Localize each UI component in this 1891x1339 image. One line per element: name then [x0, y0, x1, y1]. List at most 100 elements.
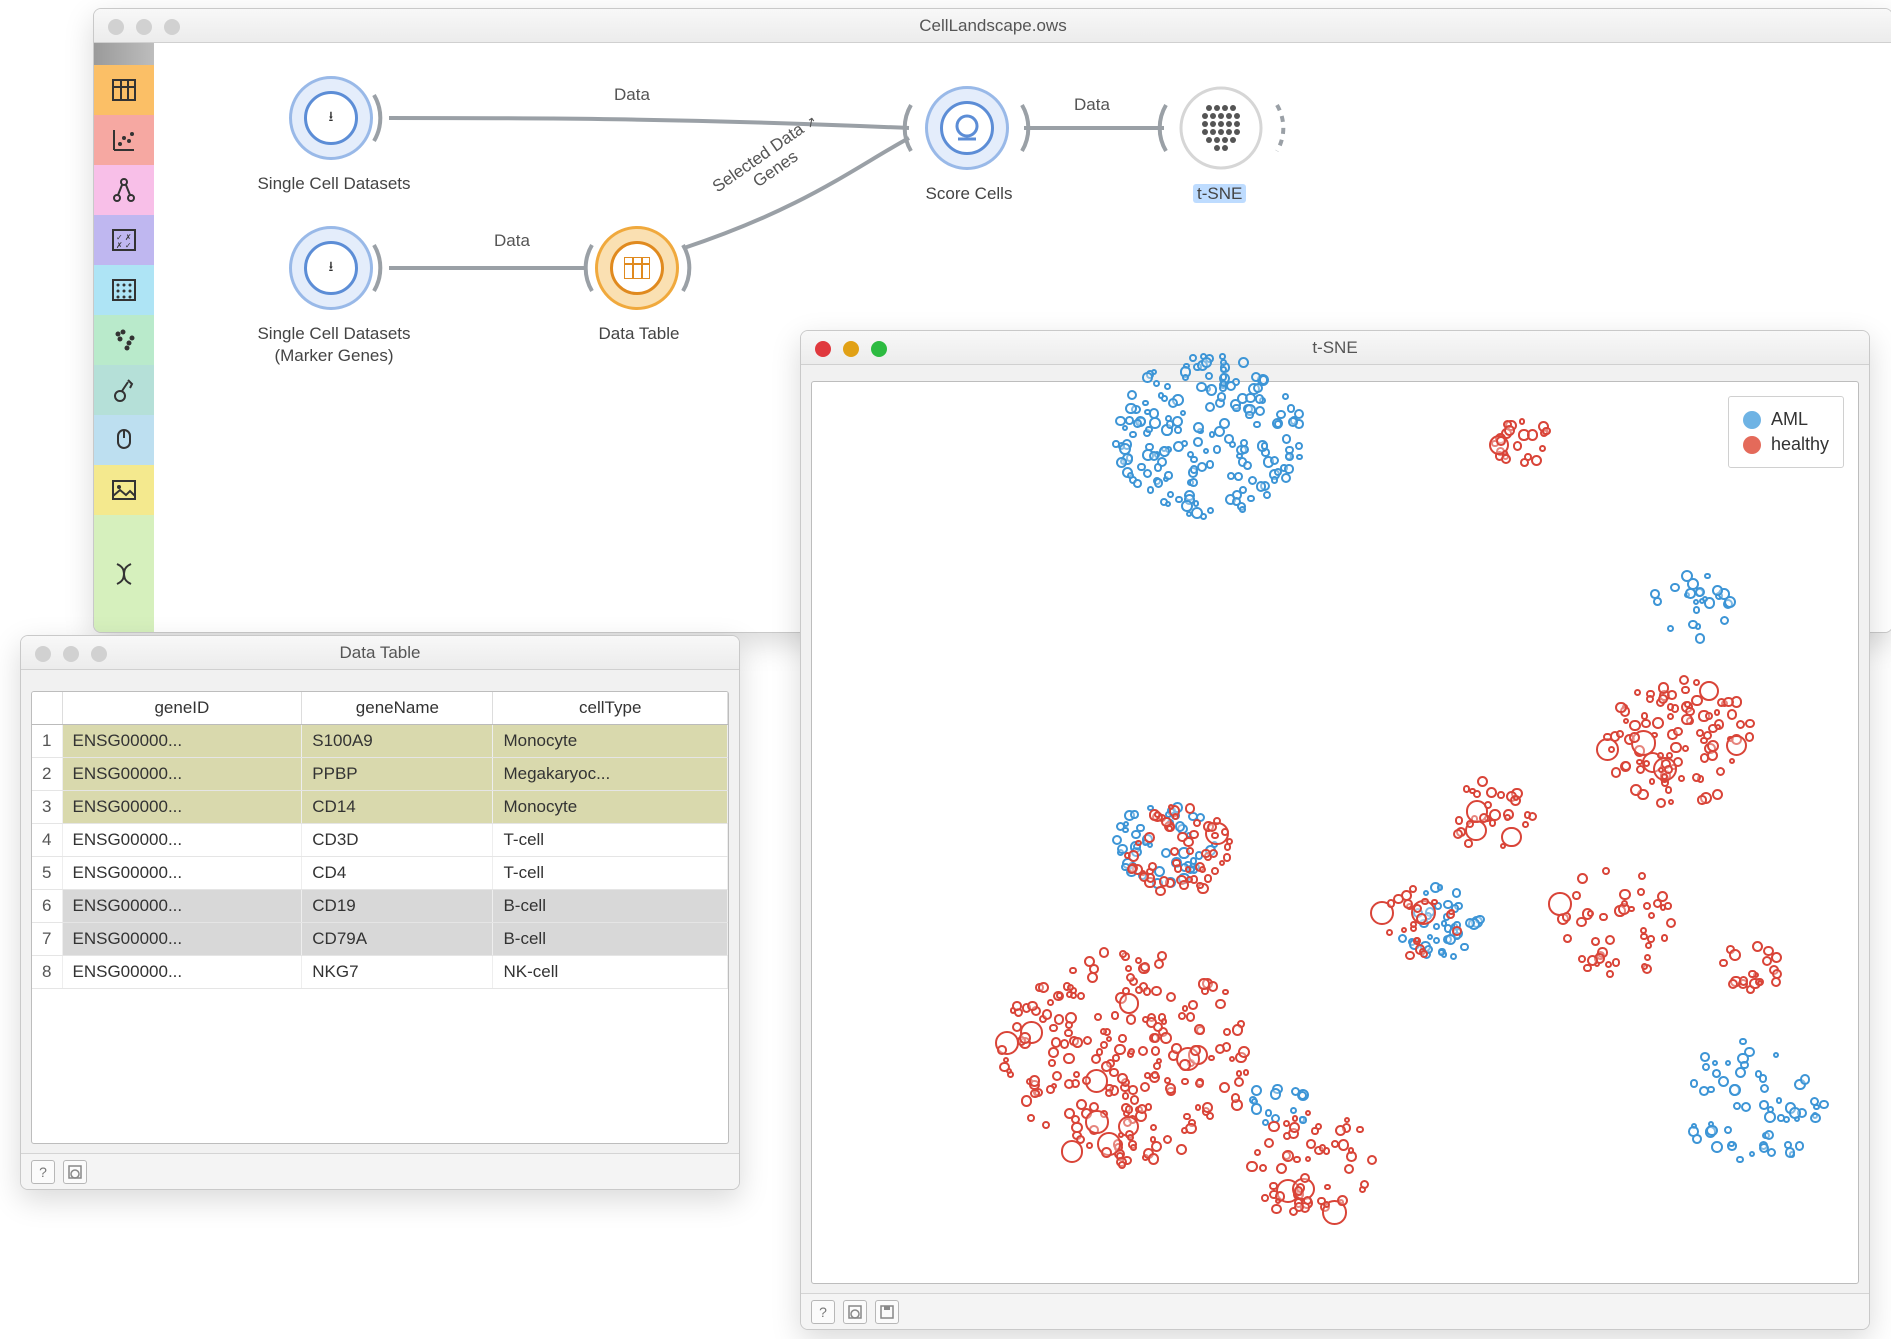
point-aml[interactable]: [1688, 620, 1698, 630]
point-healthy[interactable]: [1231, 1093, 1241, 1103]
point-healthy[interactable]: [1042, 1009, 1052, 1019]
point-healthy[interactable]: [1319, 1144, 1326, 1151]
point-healthy[interactable]: [1289, 1122, 1300, 1133]
point-aml[interactable]: [1729, 1084, 1741, 1096]
point-healthy[interactable]: [1615, 702, 1627, 714]
point-aml[interactable]: [1736, 1156, 1744, 1164]
point-healthy[interactable]: [1539, 445, 1546, 452]
table-row[interactable]: 8ENSG00000...NKG7NK-cell: [32, 956, 728, 989]
point-aml[interactable]: [1296, 454, 1302, 460]
point-healthy[interactable]: [1163, 1135, 1172, 1144]
point-aml[interactable]: [1167, 491, 1174, 498]
point-healthy[interactable]: [1060, 1039, 1069, 1048]
col-cellType[interactable]: cellType: [493, 692, 728, 725]
palette-mouse-button[interactable]: [94, 415, 154, 465]
point-aml[interactable]: [1201, 357, 1212, 368]
traffic-zoom-icon[interactable]: [871, 341, 887, 357]
point-healthy[interactable]: [1215, 1044, 1225, 1054]
palette-image-button[interactable]: [94, 465, 154, 515]
point-aml[interactable]: [1217, 392, 1227, 402]
point-aml[interactable]: [1437, 884, 1444, 891]
point-healthy[interactable]: [1077, 992, 1085, 1000]
point-healthy[interactable]: [1501, 454, 1511, 464]
point-aml[interactable]: [1190, 456, 1198, 464]
point-healthy[interactable]: [1305, 1156, 1311, 1162]
point-healthy[interactable]: [1234, 1077, 1245, 1088]
point-healthy[interactable]: [1644, 954, 1652, 962]
point-healthy[interactable]: [1524, 811, 1532, 819]
point-healthy[interactable]: [1135, 840, 1142, 847]
point-aml[interactable]: [1255, 394, 1264, 403]
point-aml[interactable]: [1777, 1114, 1785, 1122]
point-healthy[interactable]: [1386, 929, 1393, 936]
point-healthy[interactable]: [1268, 1121, 1279, 1132]
point-healthy[interactable]: [1264, 1138, 1275, 1149]
point-aml[interactable]: [1460, 943, 1469, 952]
traffic-zoom-icon[interactable]: [91, 646, 107, 662]
point-healthy[interactable]: [1405, 951, 1414, 960]
point-healthy[interactable]: [1531, 455, 1542, 466]
point-healthy[interactable]: [1636, 765, 1645, 774]
point-healthy[interactable]: [1106, 1036, 1112, 1042]
point-aml[interactable]: [1693, 606, 1700, 613]
point-healthy[interactable]: [1183, 1113, 1191, 1121]
point-healthy[interactable]: [1306, 1139, 1316, 1149]
point-healthy[interactable]: [1226, 838, 1233, 845]
point-aml[interactable]: [1712, 585, 1723, 596]
point-healthy[interactable]: [1047, 999, 1054, 1006]
point-healthy[interactable]: [1118, 1161, 1126, 1169]
point-healthy[interactable]: [1572, 891, 1581, 900]
point-healthy[interactable]: [1283, 1132, 1291, 1140]
point-aml[interactable]: [1728, 1141, 1735, 1148]
point-healthy[interactable]: [1150, 1124, 1157, 1131]
point-aml[interactable]: [1288, 417, 1298, 427]
point-healthy[interactable]: [1723, 697, 1733, 707]
table-row[interactable]: 3ENSG00000...CD14Monocyte: [32, 791, 728, 824]
point-healthy[interactable]: [1719, 959, 1728, 968]
point-aml[interactable]: [1154, 463, 1163, 472]
point-aml[interactable]: [1207, 507, 1214, 514]
point-healthy[interactable]: [1648, 912, 1655, 919]
point-aml[interactable]: [1142, 400, 1149, 407]
point-healthy[interactable]: [1736, 720, 1745, 729]
point-aml[interactable]: [1220, 359, 1227, 366]
point-aml[interactable]: [1692, 1134, 1702, 1144]
point-aml[interactable]: [1724, 1126, 1732, 1134]
point-aml[interactable]: [1285, 446, 1293, 454]
point-healthy[interactable]: [1602, 867, 1610, 875]
point-healthy[interactable]: [1254, 1149, 1261, 1156]
traffic-zoom-icon[interactable]: [164, 19, 180, 35]
point-healthy[interactable]: [1198, 978, 1209, 989]
point-healthy[interactable]: [1486, 787, 1497, 798]
point-aml[interactable]: [1725, 1060, 1731, 1066]
point-aml[interactable]: [1650, 589, 1660, 599]
point-healthy[interactable]: [1223, 1028, 1231, 1036]
point-aml[interactable]: [1205, 402, 1215, 412]
point-aml[interactable]: [1173, 441, 1184, 452]
point-healthy[interactable]: [1229, 1056, 1235, 1062]
point-aml[interactable]: [1193, 500, 1199, 506]
tsne-plot[interactable]: AML healthy: [811, 381, 1859, 1284]
point-aml[interactable]: [1702, 1063, 1710, 1071]
point-healthy[interactable]: [1431, 899, 1438, 906]
point-aml[interactable]: [1206, 384, 1218, 396]
point-healthy[interactable]: [1652, 717, 1664, 729]
point-healthy[interactable]: [1772, 969, 1782, 979]
point-healthy[interactable]: [1193, 819, 1201, 827]
point-aml[interactable]: [1125, 403, 1137, 415]
point-healthy[interactable]: [1665, 786, 1672, 793]
point-aml[interactable]: [1166, 420, 1175, 429]
point-aml[interactable]: [1785, 1147, 1795, 1157]
point-healthy[interactable]: [1637, 888, 1645, 896]
point-healthy[interactable]: [1414, 937, 1420, 943]
point-healthy[interactable]: [1151, 1033, 1161, 1043]
point-healthy[interactable]: [1681, 686, 1690, 695]
point-healthy[interactable]: [1693, 679, 1700, 686]
point-aml[interactable]: [1764, 1111, 1776, 1123]
point-healthy[interactable]: [1182, 1005, 1188, 1011]
node-tsne[interactable]: [1179, 86, 1263, 170]
point-healthy[interactable]: [1099, 947, 1110, 958]
point-healthy[interactable]: [1151, 1141, 1162, 1152]
point-healthy[interactable]: [1489, 809, 1501, 821]
point-healthy[interactable]: [1243, 1069, 1250, 1076]
